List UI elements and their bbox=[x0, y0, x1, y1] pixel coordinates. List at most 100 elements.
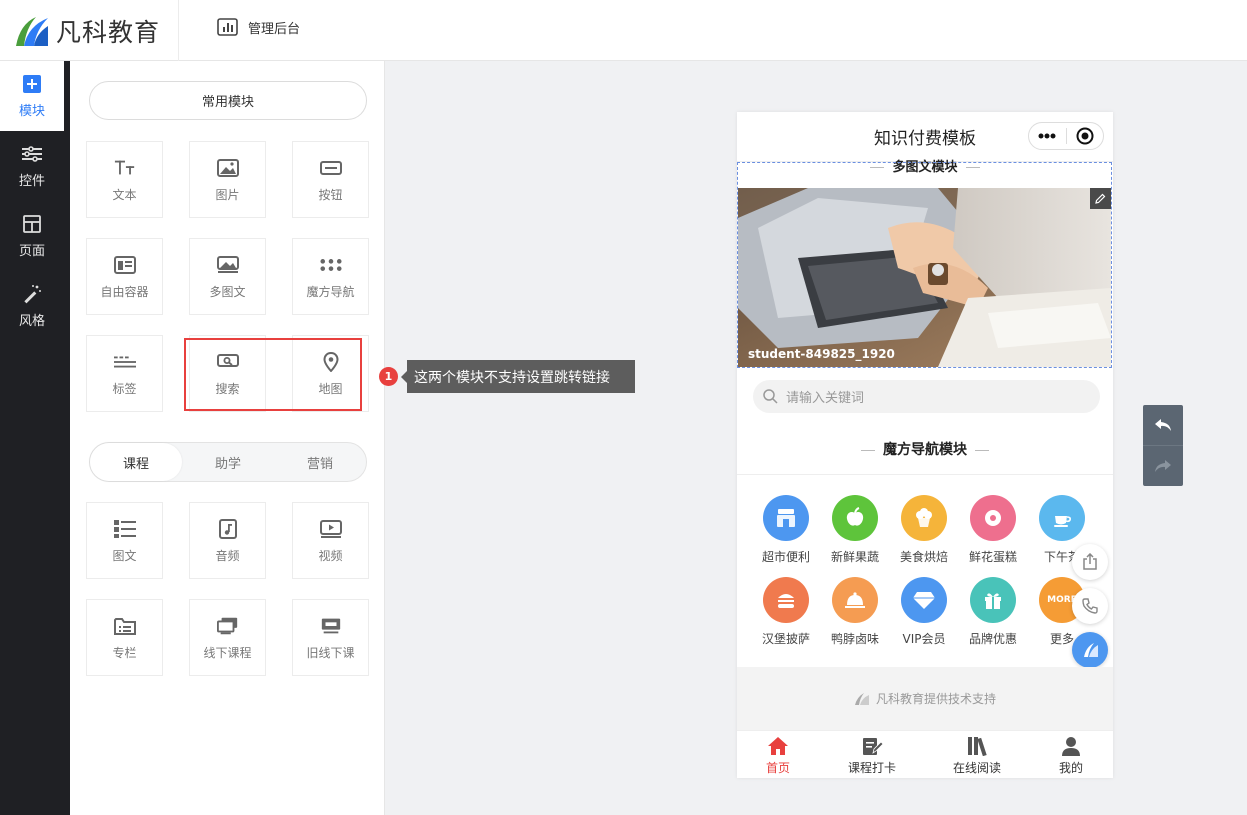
nav-item-style[interactable]: 风格 bbox=[0, 271, 64, 341]
left-nav: 模块 控件 页面 风格 bbox=[0, 61, 70, 815]
burger-icon bbox=[763, 577, 809, 623]
undo-redo-stack bbox=[1143, 405, 1183, 486]
tile-column[interactable]: 专栏 bbox=[86, 599, 163, 676]
category-tabs: 课程 助学 营销 bbox=[89, 442, 367, 482]
magic-wand-icon bbox=[22, 284, 42, 304]
tab-course[interactable]: 课程 bbox=[90, 443, 182, 481]
tile-magic-nav[interactable]: 魔方导航 bbox=[292, 238, 369, 315]
gift-icon bbox=[970, 577, 1016, 623]
tile-tag[interactable]: 标签 bbox=[86, 335, 163, 412]
bottom-tab-bar: 首页 课程打卡 在线阅读 我的 bbox=[737, 730, 1113, 778]
donut-icon bbox=[970, 495, 1016, 541]
text-icon bbox=[114, 157, 136, 179]
tile-label: 视频 bbox=[318, 548, 343, 563]
phone-title: 知识付费模板 bbox=[874, 129, 976, 149]
nav-item-label: 页面 bbox=[18, 243, 45, 259]
tile-label: 专栏 bbox=[112, 645, 137, 660]
undo-button[interactable] bbox=[1143, 405, 1183, 445]
brand-logo-icon bbox=[16, 16, 48, 46]
top-header: 凡科教育 管理后台 bbox=[0, 0, 1247, 61]
user-icon bbox=[1061, 735, 1081, 757]
nav-item-label: 风格 bbox=[18, 313, 45, 329]
old-screen-icon bbox=[320, 615, 342, 637]
button-icon bbox=[319, 157, 342, 179]
tile-label: 自由容器 bbox=[100, 284, 149, 299]
nav-item-controls[interactable]: 控件 bbox=[0, 131, 64, 201]
common-modules-button[interactable]: 常用模块 bbox=[89, 81, 367, 120]
tile-button[interactable]: 按钮 bbox=[292, 141, 369, 218]
cupcake-icon bbox=[901, 495, 947, 541]
step-badge: 1 bbox=[379, 367, 398, 386]
nav-item-label: 模块 bbox=[18, 103, 45, 119]
brand-mark-icon bbox=[854, 692, 869, 705]
banner-photo[interactable]: student-849825_1920 bbox=[738, 188, 1111, 367]
nav-item-pages[interactable]: 页面 bbox=[0, 201, 64, 271]
tile-offline-course[interactable]: 线下课程 bbox=[189, 599, 266, 676]
mini-program-capsule[interactable] bbox=[1028, 122, 1104, 150]
chart-icon bbox=[217, 18, 238, 36]
brand-float-button[interactable] bbox=[1072, 632, 1108, 668]
tile-multi-image-text[interactable]: 多图文 bbox=[189, 238, 266, 315]
search-placeholder: 请输入关键词 bbox=[786, 391, 865, 406]
search-input[interactable]: 请输入关键词 bbox=[753, 380, 1100, 413]
nav-item-modules[interactable]: 模块 bbox=[0, 61, 64, 131]
tea-cup-icon bbox=[1039, 495, 1085, 541]
sliders-icon bbox=[22, 144, 42, 164]
tile-label: 线下课程 bbox=[203, 645, 252, 660]
tab-study-aid[interactable]: 助学 bbox=[182, 443, 274, 481]
nav-grid-item[interactable]: 超市便利 bbox=[751, 495, 821, 565]
tile-label: 多图文 bbox=[209, 284, 246, 299]
books-icon bbox=[966, 735, 988, 757]
nav-grid-item[interactable]: 美食烘焙 bbox=[889, 495, 959, 565]
tile-label: 图片 bbox=[215, 187, 240, 202]
tile-label: 魔方导航 bbox=[306, 284, 355, 299]
nav-grid-item[interactable]: 品牌优惠 bbox=[958, 577, 1028, 647]
more-dots-icon[interactable] bbox=[1029, 123, 1066, 149]
tab-marketing[interactable]: 营销 bbox=[274, 443, 366, 481]
tag-lines-icon bbox=[113, 351, 136, 373]
diamond-icon bbox=[901, 577, 947, 623]
redo-button[interactable] bbox=[1143, 445, 1183, 485]
edit-note-icon bbox=[861, 735, 883, 757]
brand-name: 凡科教育 bbox=[56, 17, 161, 47]
brand-logo[interactable]: 凡科教育 bbox=[0, 0, 179, 61]
tile-free-container[interactable]: 自由容器 bbox=[86, 238, 163, 315]
tile-video[interactable]: 视频 bbox=[292, 502, 369, 579]
tile-label: 音频 bbox=[215, 548, 240, 563]
tile-label: 标签 bbox=[112, 381, 137, 396]
highlight-box bbox=[184, 338, 362, 411]
tile-label: 按钮 bbox=[318, 187, 343, 202]
nav-grid-item[interactable]: VIP会员 bbox=[889, 577, 959, 647]
tab-online-reading[interactable]: 在线阅读 bbox=[937, 735, 1017, 776]
cloche-icon bbox=[832, 577, 878, 623]
tooltip-text: 这两个模块不支持设置跳转链接 bbox=[414, 369, 610, 386]
music-note-icon bbox=[217, 518, 239, 540]
admin-link[interactable]: 管理后台 bbox=[217, 17, 300, 37]
tile-audio[interactable]: 音频 bbox=[189, 502, 266, 579]
tab-course-checkin[interactable]: 课程打卡 bbox=[832, 735, 912, 776]
nav-grid-item[interactable]: 鲜花蛋糕 bbox=[958, 495, 1028, 565]
nav-grid-item[interactable]: 新鲜果蔬 bbox=[820, 495, 890, 565]
tech-support-footer: 凡科教育提供技术支持 bbox=[737, 667, 1113, 730]
edit-pencil-icon[interactable] bbox=[1090, 188, 1111, 209]
list-icon bbox=[113, 518, 136, 540]
tile-text[interactable]: 文本 bbox=[86, 141, 163, 218]
support-text: 凡科教育提供技术支持 bbox=[875, 692, 996, 706]
laptop-photo-image bbox=[738, 188, 1111, 367]
tab-mine[interactable]: 我的 bbox=[1031, 735, 1111, 776]
folder-icon bbox=[113, 615, 136, 637]
tile-article[interactable]: 图文 bbox=[86, 502, 163, 579]
share-button[interactable] bbox=[1072, 544, 1108, 580]
magic-nav-section-title: 魔方导航模块 bbox=[737, 439, 1113, 459]
photo-caption: student-849825_1920 bbox=[748, 347, 895, 361]
nav-grid-item[interactable]: 鸭脖卤味 bbox=[820, 577, 890, 647]
tile-image[interactable]: 图片 bbox=[189, 141, 266, 218]
dots-grid-icon bbox=[319, 254, 342, 276]
phone-call-button[interactable] bbox=[1072, 588, 1108, 624]
redo-icon bbox=[1155, 459, 1171, 472]
nav-grid-item[interactable]: 汉堡披萨 bbox=[751, 577, 821, 647]
tile-old-offline-course[interactable]: 旧线下课 bbox=[292, 599, 369, 676]
tab-home[interactable]: 首页 bbox=[738, 735, 818, 776]
close-target-icon[interactable] bbox=[1067, 123, 1104, 149]
tile-label: 文本 bbox=[112, 187, 137, 202]
